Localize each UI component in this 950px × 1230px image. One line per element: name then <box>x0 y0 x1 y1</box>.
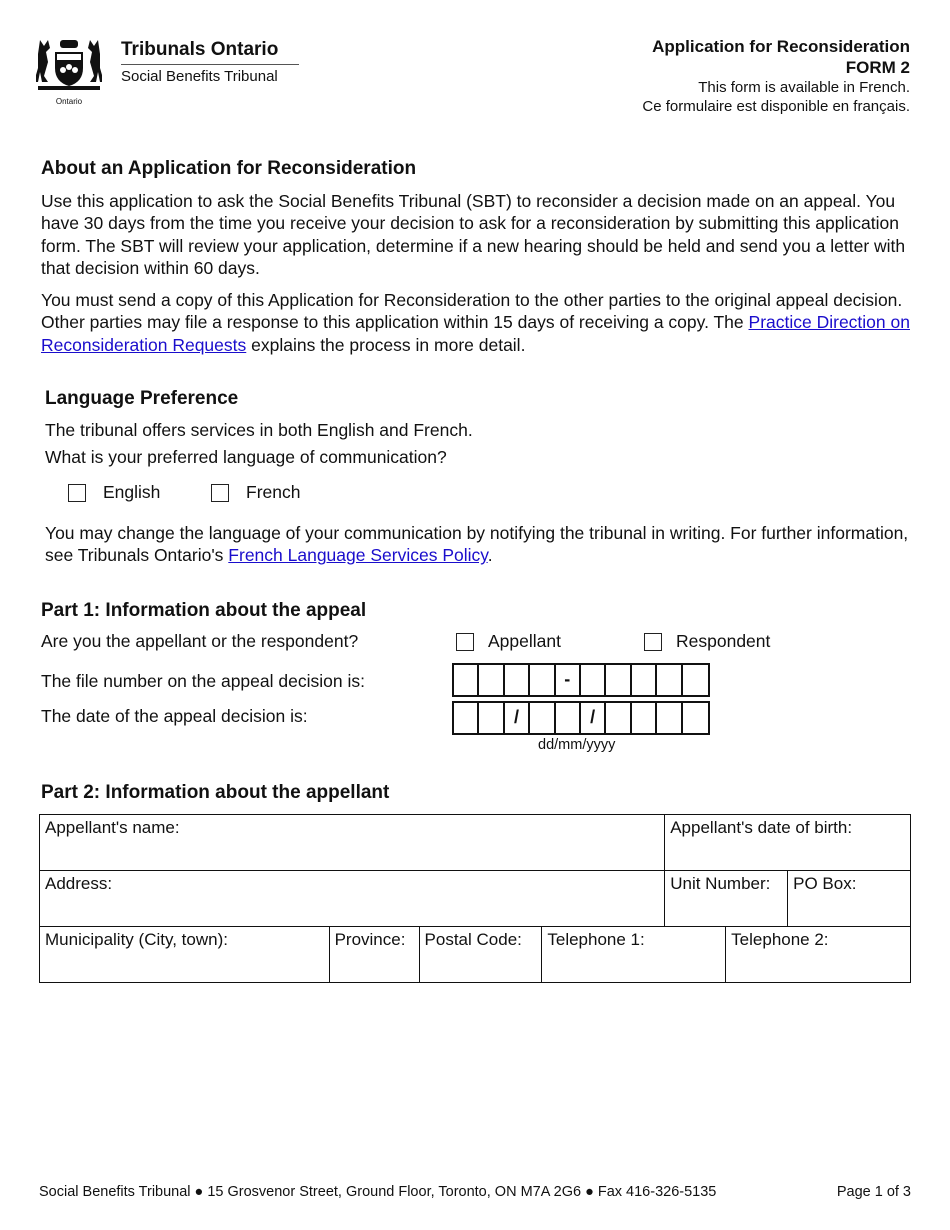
date-cell[interactable] <box>657 703 683 733</box>
french-language-policy-link[interactable]: French Language Services Policy <box>228 545 487 565</box>
language-note-tail: . <box>487 545 493 566</box>
english-label: English <box>103 482 161 502</box>
province-field[interactable]: Province: <box>328 926 420 983</box>
footer: Social Benefits Tribunal ● 15 Grosvenor … <box>39 1184 911 1200</box>
file-number-cell[interactable] <box>454 665 480 695</box>
respondent-checkbox[interactable] <box>644 633 662 651</box>
po-box-label: PO Box: <box>793 874 857 893</box>
footer-address: Social Benefits Tribunal ● 15 Grosvenor … <box>39 1184 717 1200</box>
file-number-separator: - <box>556 665 581 695</box>
availability-english: This form is available in French. <box>698 79 910 96</box>
telephone-1-label: Telephone 1: <box>547 930 645 949</box>
file-number-cell[interactable] <box>606 665 632 695</box>
org-subtitle: Social Benefits Tribunal <box>121 68 278 85</box>
about-paragraph-2: You must send a copy of this Application… <box>41 289 911 356</box>
org-name: Tribunals Ontario <box>121 38 299 65</box>
date-separator: / <box>505 703 531 733</box>
po-box-field[interactable]: PO Box: <box>787 870 911 927</box>
province-label: Province: <box>334 930 406 949</box>
file-number-cell[interactable] <box>683 665 708 695</box>
language-line-1: The tribunal offers services in both Eng… <box>45 420 473 440</box>
org-block: Tribunals Ontario Social Benefits Tribun… <box>121 38 299 89</box>
french-label: French <box>246 482 301 502</box>
availability-french: Ce formulaire est disponible en français… <box>642 98 910 115</box>
about-paragraph-1: Use this application to ask the Social B… <box>41 191 906 278</box>
french-checkbox[interactable] <box>211 484 229 502</box>
postal-code-label: Postal Code: <box>424 930 522 949</box>
date-cell[interactable] <box>479 703 505 733</box>
language-note: You may change the language of your comm… <box>45 522 915 567</box>
part1-heading: Part 1: Information about the appeal <box>41 600 367 621</box>
english-checkbox[interactable] <box>68 484 86 502</box>
telephone-2-field[interactable]: Telephone 2: <box>725 926 911 983</box>
part2-heading: Part 2: Information about the appellant <box>41 782 390 803</box>
file-number-cell[interactable] <box>632 665 658 695</box>
ontario-coat-of-arms-logo: Ontario <box>34 36 104 108</box>
appellant-checkbox[interactable] <box>456 633 474 651</box>
address-field[interactable]: Address: <box>38 870 666 927</box>
decision-date-label: The date of the appeal decision is: <box>41 706 308 726</box>
form-header: Application for Reconsideration FORM 2 T… <box>642 36 910 116</box>
date-cell[interactable] <box>632 703 658 733</box>
municipality-label: Municipality (City, town): <box>45 930 228 949</box>
page-number: Page 1 of 3 <box>836 1184 911 1200</box>
telephone-2-label: Telephone 2: <box>731 930 829 949</box>
file-number-cell[interactable] <box>657 665 683 695</box>
file-number-input[interactable]: - <box>452 663 710 697</box>
form-number: FORM 2 <box>845 58 910 77</box>
telephone-1-field[interactable]: Telephone 1: <box>541 926 727 983</box>
date-cell[interactable] <box>606 703 632 733</box>
unit-number-label: Unit Number: <box>670 874 771 893</box>
file-number-cell[interactable] <box>505 665 531 695</box>
address-label: Address: <box>45 874 113 893</box>
municipality-field[interactable]: Municipality (City, town): <box>39 926 330 983</box>
appellant-label: Appellant <box>488 631 561 651</box>
about-heading: About an Application for Reconsideration <box>41 158 417 179</box>
appellant-dob-label: Appellant's date of birth: <box>670 818 853 837</box>
respondent-label: Respondent <box>676 631 771 651</box>
appellant-info-table: Appellant's name: Appellant's date of bi… <box>38 814 911 983</box>
appellant-name-field[interactable]: Appellant's name: <box>38 814 666 871</box>
decision-date-input[interactable]: / / <box>452 701 710 735</box>
postal-code-field[interactable]: Postal Code: <box>418 926 543 983</box>
date-cell[interactable] <box>556 703 581 733</box>
file-number-cell[interactable] <box>581 665 607 695</box>
form-title: Application for Reconsideration <box>652 37 910 56</box>
date-cell[interactable] <box>683 703 708 733</box>
about-paragraph-2-tail: explains the process in more detail. <box>246 334 526 355</box>
appellant-dob-field[interactable]: Appellant's date of birth: <box>664 814 911 871</box>
date-cell[interactable] <box>454 703 480 733</box>
logo-caption: Ontario <box>56 97 83 106</box>
date-separator: / <box>581 703 607 733</box>
file-number-cell[interactable] <box>530 665 556 695</box>
file-number-label: The file number on the appeal decision i… <box>41 671 365 691</box>
date-cell[interactable] <box>530 703 556 733</box>
file-number-cell[interactable] <box>479 665 505 695</box>
appellant-name-label: Appellant's name: <box>45 818 180 837</box>
language-line-2: What is your preferred language of commu… <box>45 447 447 467</box>
language-heading: Language Preference <box>45 388 239 409</box>
role-question: Are you the appellant or the respondent? <box>41 631 359 651</box>
unit-number-field[interactable]: Unit Number: <box>664 870 789 927</box>
date-format-hint: dd/mm/yyyy <box>538 737 616 753</box>
